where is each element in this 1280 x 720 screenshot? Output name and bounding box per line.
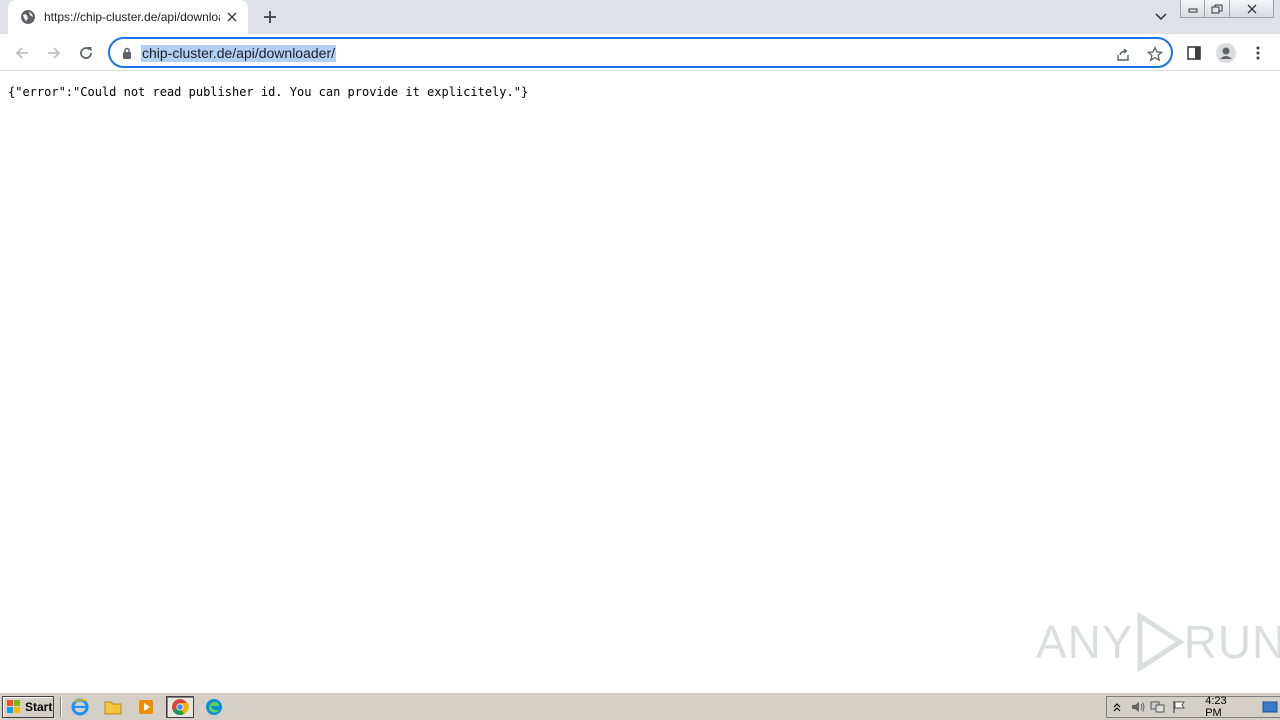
new-tab-button[interactable] <box>258 5 282 29</box>
browser-tab[interactable]: https://chip-cluster.de/api/downloader/ <box>8 0 248 34</box>
share-icon[interactable] <box>1112 43 1134 65</box>
file-explorer-icon[interactable] <box>99 696 127 718</box>
back-button[interactable] <box>8 39 36 67</box>
play-logo-icon <box>1137 612 1184 672</box>
clock[interactable]: 4:23 PM <box>1205 695 1243 719</box>
page-content: {"error":"Could not read publisher id. Y… <box>0 72 1280 692</box>
tray-expand-icon[interactable] <box>1107 697 1128 717</box>
close-window-button[interactable] <box>1230 0 1274 18</box>
minimize-button[interactable] <box>1180 0 1205 18</box>
flag-icon[interactable] <box>1169 697 1190 717</box>
internet-explorer-icon[interactable] <box>66 696 94 718</box>
forward-arrow-icon <box>48 47 61 59</box>
json-response-text: {"error":"Could not read publisher id. Y… <box>8 85 529 99</box>
url-text[interactable]: chip-cluster.de/api/downloader/ <box>141 45 337 62</box>
windows-logo-icon <box>7 700 20 713</box>
window-controls <box>1180 0 1274 18</box>
globe-icon <box>20 9 36 25</box>
star-icon[interactable] <box>1144 43 1166 65</box>
forward-button[interactable] <box>40 39 68 67</box>
volume-icon[interactable] <box>1128 697 1149 717</box>
taskbar: Start 4:23 PM <box>0 692 1280 720</box>
anyrun-watermark: ANY RUN <box>1036 612 1280 672</box>
system-tray: 4:23 PM <box>1106 695 1280 719</box>
edge-icon[interactable] <box>200 696 228 718</box>
watermark-text-left: ANY <box>1036 616 1134 668</box>
profile-avatar-icon[interactable] <box>1212 39 1240 67</box>
show-desktop-icon[interactable] <box>1259 697 1280 717</box>
start-button[interactable]: Start <box>2 696 54 718</box>
network-icon[interactable] <box>1148 697 1169 717</box>
taskbar-separator <box>60 697 62 717</box>
chevron-down-icon[interactable] <box>1150 6 1172 28</box>
media-player-icon[interactable] <box>132 696 160 718</box>
watermark-text-right: RUN <box>1183 616 1280 668</box>
restore-button[interactable] <box>1205 0 1230 18</box>
browser-titlebar: https://chip-cluster.de/api/downloader/ <box>0 0 1280 34</box>
reload-button[interactable] <box>72 39 100 67</box>
reload-icon <box>80 47 92 59</box>
tab-title: https://chip-cluster.de/api/downloader/ <box>44 10 220 24</box>
lock-icon[interactable] <box>120 45 134 61</box>
browser-toolbar: chip-cluster.de/api/downloader/ <box>0 34 1280 71</box>
close-tab-icon[interactable] <box>224 9 240 25</box>
kebab-menu-icon[interactable] <box>1244 39 1272 67</box>
side-panel-icon[interactable] <box>1180 39 1208 67</box>
address-bar[interactable]: chip-cluster.de/api/downloader/ <box>108 37 1173 68</box>
back-arrow-icon <box>15 47 28 59</box>
chrome-icon[interactable] <box>166 696 194 718</box>
start-label: Start <box>25 700 53 714</box>
